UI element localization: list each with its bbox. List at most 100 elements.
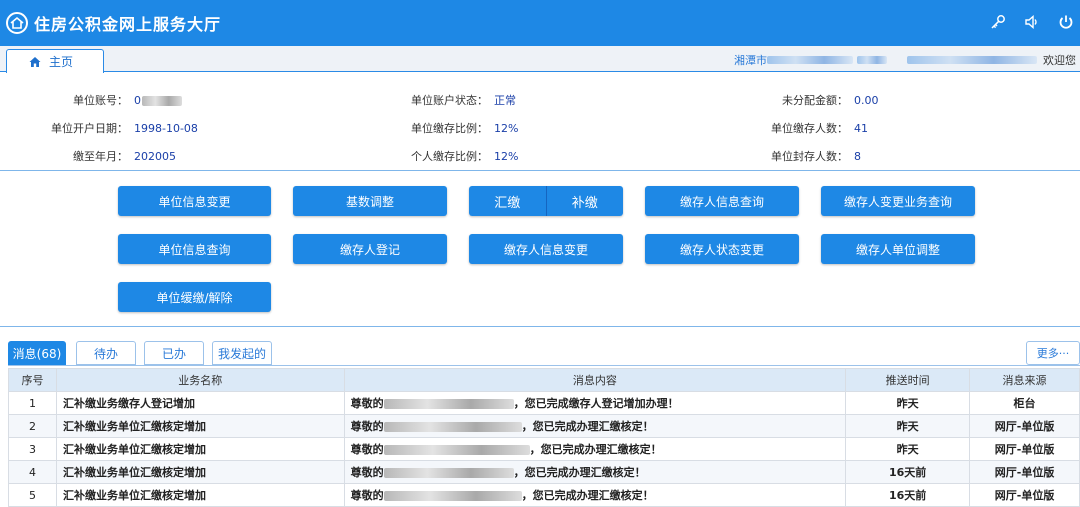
speaker-icon[interactable] <box>1022 12 1042 32</box>
sealed-label: 单位封存人数： <box>771 150 848 163</box>
tab-done[interactable]: 已办 <box>144 341 204 365</box>
remit-button[interactable]: 汇缴 <box>469 186 546 216</box>
remit-supplement-button-group: 汇缴 补缴 <box>469 186 623 216</box>
row-push-time: 16天前 <box>845 460 971 484</box>
blurred-user-detail <box>857 56 887 64</box>
tab-underline <box>8 365 1080 366</box>
row-no: 5 <box>8 483 57 507</box>
row-no: 1 <box>8 391 57 415</box>
row-message-content: 尊敬的 ，您已完成办理汇缴核定！ <box>343 460 847 484</box>
table-row[interactable]: 1 汇补缴业务缴存人登记增加 尊敬的 ，您已完成缴存人登记增加办理！ 昨天 柜台 <box>8 391 1080 415</box>
depositor-status-change-button[interactable]: 缴存人状态变更 <box>645 234 799 264</box>
depositor-change-query-button[interactable]: 缴存人变更业务查询 <box>821 186 975 216</box>
unallocated-value: 0.00 <box>854 93 879 107</box>
row-no: 3 <box>8 437 57 461</box>
unit-info-query-button[interactable]: 单位信息查询 <box>118 234 271 264</box>
unit-defer-button[interactable]: 单位缓缴/解除 <box>118 282 271 312</box>
table-header-row: 序号 业务名称 消息内容 推送时间 消息来源 <box>8 368 1080 392</box>
row-push-time: 16天前 <box>845 483 971 507</box>
row-business-name: 汇补缴业务单位汇缴核定增加 <box>55 437 345 461</box>
app-title: 住房公积金网上服务大厅 <box>34 15 222 34</box>
row-source: 柜台 <box>969 391 1080 415</box>
base-adjust-button[interactable]: 基数调整 <box>293 186 447 216</box>
row-message-content: 尊敬的 ，您已完成办理汇缴核定！ <box>343 437 847 461</box>
blurred-name <box>383 422 522 432</box>
user-city: 湘潭市 <box>734 54 767 67</box>
blurred-name <box>383 468 514 478</box>
content-suffix: ，您已完成办理汇缴核定！ <box>521 420 654 433</box>
content-prefix: 尊敬的 <box>350 397 384 410</box>
col-header-source: 消息来源 <box>969 368 1080 392</box>
section-divider <box>0 170 1080 171</box>
status-label: 单位账户状态： <box>411 94 488 107</box>
row-message-content: 尊敬的 ，您已完成办理汇缴核定！ <box>343 414 847 438</box>
open-date-label: 单位开户日期： <box>51 122 128 135</box>
col-header-name: 业务名称 <box>55 368 345 392</box>
depositor-register-button[interactable]: 缴存人登记 <box>293 234 447 264</box>
unallocated-label: 未分配金额： <box>782 94 848 107</box>
content-prefix: 尊敬的 <box>350 443 384 456</box>
message-tabs: 消息(68) 待办 已办 我发起的 更多··· <box>0 341 1080 367</box>
blurred-name <box>383 399 514 409</box>
message-table: 序号 业务名称 消息内容 推送时间 消息来源 1 汇补缴业务缴存人登记增加 尊敬的 ，… <box>8 368 1080 507</box>
col-header-content: 消息内容 <box>343 368 847 392</box>
depositors-label: 单位缴存人数： <box>771 122 848 135</box>
personal-ratio-value: 12% <box>494 149 519 163</box>
supplement-button[interactable]: 补缴 <box>545 186 623 216</box>
unit-ratio-label: 单位缴存比例： <box>411 122 488 135</box>
content-suffix: ，您已完成办理汇缴核定！ <box>513 466 646 479</box>
depositors-value: 41 <box>854 121 868 135</box>
house-logo-icon <box>6 12 28 34</box>
row-source: 网厅-单位版 <box>969 437 1080 461</box>
row-no: 4 <box>8 460 57 484</box>
row-business-name: 汇补缴业务单位汇缴核定增加 <box>55 460 345 484</box>
row-business-name: 汇补缴业务单位汇缴核定增加 <box>55 483 345 507</box>
table-row[interactable]: 2 汇补缴业务单位汇缴核定增加 尊敬的 ，您已完成办理汇缴核定！ 昨天 网厅-单位版 <box>8 414 1080 438</box>
row-push-time: 昨天 <box>845 391 971 415</box>
depositor-info-query-button[interactable]: 缴存人信息查询 <box>645 186 799 216</box>
home-icon <box>29 56 41 67</box>
col-header-no: 序号 <box>8 368 57 392</box>
section-divider <box>0 326 1080 327</box>
key-icon[interactable] <box>988 12 1008 32</box>
row-push-time: 昨天 <box>845 437 971 461</box>
depositor-info-change-button[interactable]: 缴存人信息变更 <box>469 234 623 264</box>
paid-to-value: 202005 <box>134 149 176 163</box>
tab-home-label: 主页 <box>49 55 74 69</box>
content-suffix: ，您已完成办理汇缴核定！ <box>521 489 654 502</box>
content-prefix: 尊敬的 <box>350 420 384 433</box>
blurred-name <box>383 445 530 455</box>
row-push-time: 昨天 <box>845 414 971 438</box>
unit-ratio-value: 12% <box>494 121 519 135</box>
content-suffix: ，您已完成办理汇缴核定！ <box>529 443 662 456</box>
table-row[interactable]: 3 汇补缴业务单位汇缴核定增加 尊敬的 ，您已完成办理汇缴核定！ 昨天 网厅-单位版 <box>8 437 1080 461</box>
blurred-name <box>383 491 522 501</box>
sealed-value: 8 <box>854 149 861 163</box>
row-business-name: 汇补缴业务单位汇缴核定增加 <box>55 414 345 438</box>
content-prefix: 尊敬的 <box>350 466 384 479</box>
welcome-text: 欢迎您 <box>1043 54 1076 67</box>
tab-home[interactable]: 主页 <box>6 49 104 73</box>
content-suffix: ，您已完成缴存人登记增加办理！ <box>513 397 679 410</box>
tab-bar: 主页 湘潭市 欢迎您 <box>0 46 1080 73</box>
content-prefix: 尊敬的 <box>350 489 384 502</box>
table-row[interactable]: 5 汇补缴业务单位汇缴核定增加 尊敬的 ，您已完成办理汇缴核定！ 16天前 网厅-单位版 <box>8 483 1080 507</box>
row-source: 网厅-单位版 <box>969 483 1080 507</box>
row-no: 2 <box>8 414 57 438</box>
tab-initiated[interactable]: 我发起的 <box>212 341 272 365</box>
more-button[interactable]: 更多··· <box>1026 341 1080 365</box>
open-date-value: 1998-10-08 <box>134 121 198 135</box>
tab-todo[interactable]: 待办 <box>76 341 136 365</box>
row-message-content: 尊敬的 ，您已完成缴存人登记增加办理！ <box>343 391 847 415</box>
tab-messages[interactable]: 消息(68) <box>8 341 66 365</box>
paid-to-label: 缴至年月： <box>73 150 128 163</box>
col-header-time: 推送时间 <box>845 368 971 392</box>
personal-ratio-label: 个人缴存比例： <box>411 150 488 163</box>
depositor-unit-adjust-button[interactable]: 缴存人单位调整 <box>821 234 975 264</box>
table-row[interactable]: 4 汇补缴业务单位汇缴核定增加 尊敬的 ，您已完成办理汇缴核定！ 16天前 网厅-单位版 <box>8 460 1080 484</box>
blurred-user-detail <box>767 56 853 64</box>
row-message-content: 尊敬的 ，您已完成办理汇缴核定！ <box>343 483 847 507</box>
status-value: 正常 <box>494 94 516 107</box>
unit-info-change-button[interactable]: 单位信息变更 <box>118 186 271 216</box>
power-icon[interactable] <box>1056 12 1076 32</box>
